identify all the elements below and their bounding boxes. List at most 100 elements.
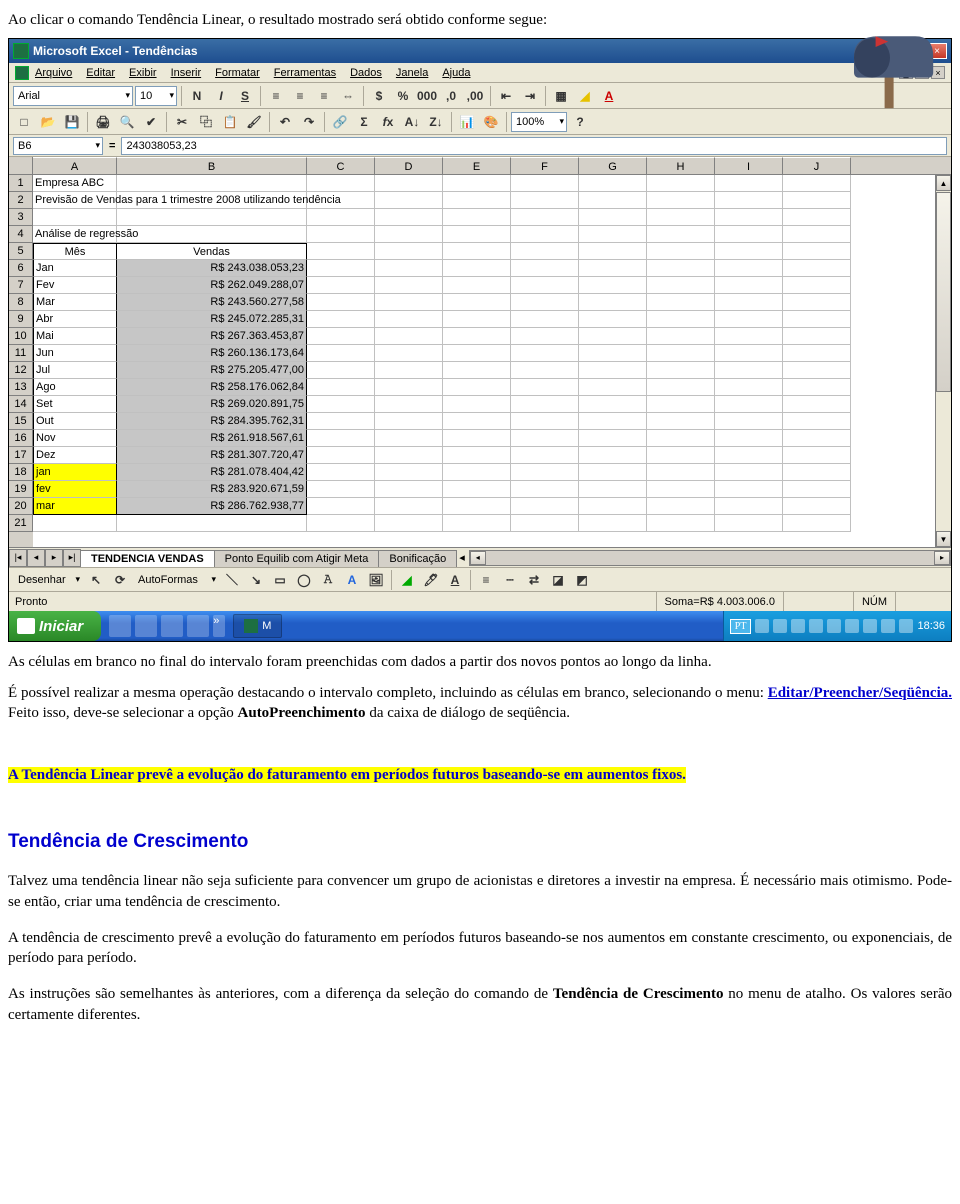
cell[interactable] [579, 464, 647, 481]
cell[interactable]: Mês [33, 243, 117, 260]
cell[interactable] [511, 243, 579, 260]
cell[interactable] [579, 311, 647, 328]
cell[interactable] [375, 498, 443, 515]
menu-arquivo[interactable]: Arquivo [35, 67, 72, 79]
horizontal-scrollbar[interactable]: ◂ ▸ [469, 550, 951, 566]
cell[interactable] [307, 311, 375, 328]
name-box[interactable]: B6 [13, 137, 103, 155]
cell[interactable] [443, 447, 511, 464]
hscroll-left-button[interactable]: ◂ [470, 551, 486, 565]
cell[interactable] [715, 413, 783, 430]
cell[interactable] [307, 226, 375, 243]
tray-icon[interactable] [863, 619, 877, 633]
cell[interactable] [511, 413, 579, 430]
cell[interactable] [375, 481, 443, 498]
formula-input[interactable]: 243038053,23 [121, 137, 947, 155]
drawing-toggle-button[interactable]: 🎨 [480, 111, 502, 133]
cell[interactable] [647, 345, 715, 362]
row-header[interactable]: 8 [9, 294, 33, 311]
align-center-button[interactable]: ≡ [289, 85, 311, 107]
cell[interactable] [783, 277, 851, 294]
cell[interactable] [375, 362, 443, 379]
open-button[interactable]: 📂 [37, 111, 59, 133]
row-header[interactable]: 12 [9, 362, 33, 379]
currency-button[interactable]: $ [368, 85, 390, 107]
cell[interactable] [579, 260, 647, 277]
font-color-draw[interactable]: A [444, 569, 466, 591]
cell[interactable] [579, 362, 647, 379]
cell[interactable] [715, 515, 783, 532]
cell[interactable] [579, 481, 647, 498]
cell[interactable] [715, 498, 783, 515]
menu-inserir[interactable]: Inserir [171, 67, 202, 79]
cell[interactable] [715, 481, 783, 498]
cell[interactable] [783, 226, 851, 243]
fill-color-draw[interactable]: ◢ [396, 569, 418, 591]
cell[interactable] [375, 311, 443, 328]
cell[interactable] [647, 464, 715, 481]
column-header[interactable]: C [307, 157, 375, 175]
cell[interactable] [117, 226, 307, 243]
arrow-style-button[interactable]: ⇄ [523, 569, 545, 591]
cell[interactable] [511, 396, 579, 413]
print-button[interactable]: 🖨 [92, 111, 114, 133]
cell[interactable] [375, 396, 443, 413]
cell[interactable] [375, 260, 443, 277]
hscroll-right-button[interactable]: ▸ [934, 551, 950, 565]
underline-button[interactable]: S [234, 85, 256, 107]
column-header[interactable]: A [33, 157, 117, 175]
cell[interactable] [307, 447, 375, 464]
cell[interactable] [647, 481, 715, 498]
cell[interactable] [579, 345, 647, 362]
dash-style-button[interactable]: ┈ [499, 569, 521, 591]
zoom-combo[interactable]: 100% [511, 112, 567, 132]
cell[interactable] [307, 277, 375, 294]
cell[interactable]: R$ 261.918.567,61 [117, 430, 307, 447]
cell[interactable] [715, 464, 783, 481]
cell[interactable] [375, 345, 443, 362]
row-header[interactable]: 4 [9, 226, 33, 243]
column-header[interactable]: J [783, 157, 851, 175]
cell[interactable] [375, 294, 443, 311]
row-header[interactable]: 2 [9, 192, 33, 209]
tray-icon[interactable] [755, 619, 769, 633]
quicklaunch-expand[interactable]: » [213, 615, 225, 637]
cell[interactable]: R$ 283.920.671,59 [117, 481, 307, 498]
line-button[interactable]: ＼ [221, 569, 243, 591]
worksheet-grid[interactable]: Empresa ABCPrevisão de Vendas para 1 tri… [33, 175, 935, 547]
cell[interactable] [783, 345, 851, 362]
cell[interactable] [443, 481, 511, 498]
row-header[interactable]: 18 [9, 464, 33, 481]
cell[interactable] [579, 294, 647, 311]
row-header[interactable]: 15 [9, 413, 33, 430]
tray-icon[interactable] [845, 619, 859, 633]
row-header[interactable]: 5 [9, 243, 33, 260]
cell[interactable]: jan [33, 464, 117, 481]
cell[interactable] [647, 260, 715, 277]
align-right-button[interactable]: ≡ [313, 85, 335, 107]
function-button[interactable]: fx [377, 111, 399, 133]
menu-ajuda[interactable]: Ajuda [442, 67, 470, 79]
cell[interactable] [375, 192, 443, 209]
cell[interactable]: Ago [33, 379, 117, 396]
cell[interactable]: Fev [33, 277, 117, 294]
sheet-tab-equilib[interactable]: Ponto Equilib com Atigir Meta [214, 550, 380, 567]
cell[interactable]: R$ 284.395.762,31 [117, 413, 307, 430]
cell[interactable] [511, 515, 579, 532]
cell[interactable]: R$ 243.038.053,23 [117, 260, 307, 277]
cell[interactable] [647, 209, 715, 226]
cell[interactable] [579, 277, 647, 294]
cell[interactable] [579, 175, 647, 192]
sort-asc-button[interactable]: A↓ [401, 111, 423, 133]
mdi-restore[interactable]: ❐ [915, 66, 929, 79]
cell[interactable]: Jun [33, 345, 117, 362]
cell[interactable] [511, 328, 579, 345]
row-header[interactable]: 6 [9, 260, 33, 277]
cell[interactable] [443, 328, 511, 345]
cell[interactable] [579, 498, 647, 515]
cell[interactable] [715, 226, 783, 243]
cell[interactable] [375, 209, 443, 226]
cell[interactable] [307, 379, 375, 396]
line-style-button[interactable]: ≡ [475, 569, 497, 591]
cell[interactable] [511, 260, 579, 277]
